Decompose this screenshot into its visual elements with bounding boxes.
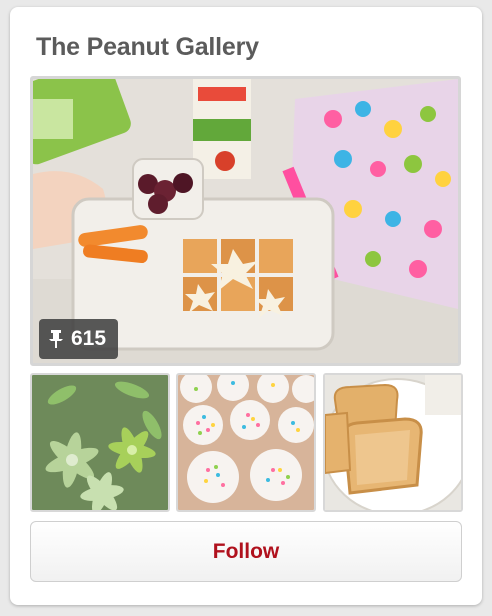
thumbnail-cupcakes[interactable] [176,373,316,512]
board-title[interactable]: The Peanut Gallery [36,33,259,62]
toast-photo [325,375,461,510]
follow-button[interactable]: Follow [30,521,462,582]
board-card: The Peanut Gallery 615 Follow [10,7,482,605]
thumbnail-succulents[interactable] [30,373,170,512]
cupcakes-photo [178,375,314,510]
pin-count: 615 [71,327,107,350]
pushpin-icon [49,330,63,348]
board-cover-image[interactable]: 615 [30,76,461,366]
thumbnail-toast[interactable] [323,373,463,512]
succulents-photo [32,375,168,510]
pin-count-badge: 615 [39,319,119,359]
